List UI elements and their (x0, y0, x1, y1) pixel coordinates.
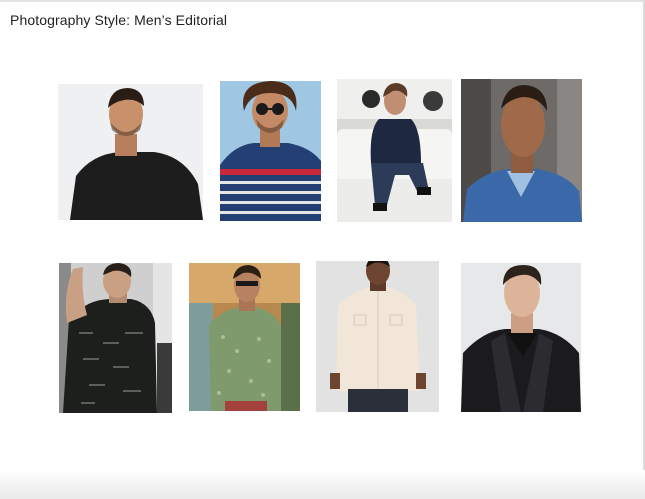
photo-black-longsleeve[interactable] (58, 84, 203, 220)
photo-cream-button-up[interactable] (316, 261, 439, 412)
photo-black-patterned-tee[interactable] (59, 263, 172, 413)
photo-leather-jacket[interactable] (461, 263, 581, 412)
photo-navy-blazer-sofa[interactable] (337, 79, 452, 222)
photo-green-printed-shirt[interactable] (189, 263, 300, 411)
page-title: Photography Style: Men’s Editorial (10, 12, 228, 28)
window-top-border (0, 0, 645, 2)
bottom-shade-bar (0, 470, 645, 499)
photo-striped-tee[interactable] (220, 81, 321, 221)
photo-denim-shirt[interactable] (461, 79, 582, 222)
